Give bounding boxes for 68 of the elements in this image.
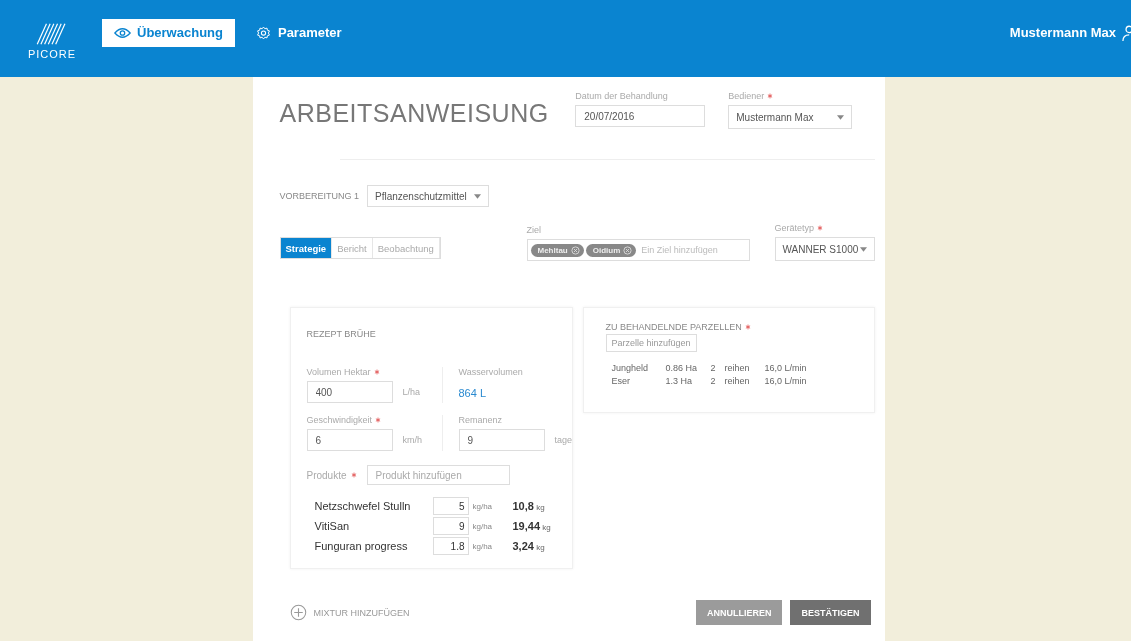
unit-label: kg/ha bbox=[472, 501, 494, 511]
field-label: Remanenz bbox=[458, 415, 504, 425]
target-tag[interactable]: Mehltau bbox=[530, 243, 584, 257]
field-label: Volumen Hektar bbox=[306, 367, 371, 377]
product-name: Funguran progress bbox=[314, 540, 409, 552]
nav-tab[interactable]: Parameter bbox=[242, 18, 354, 47]
table-cell-text: Jungheld bbox=[611, 363, 650, 373]
user-name[interactable]: Mustermann Max bbox=[1009, 25, 1116, 40]
table-cell-text: 1.3 Ha bbox=[665, 376, 694, 386]
page-title: ARBEITSANWEISUNG bbox=[279, 99, 550, 128]
eye-icon bbox=[114, 25, 131, 40]
table-cell-text: reihen bbox=[724, 363, 751, 373]
remove-icon[interactable] bbox=[623, 245, 633, 255]
table-cell-text: reihen bbox=[724, 376, 751, 386]
confirm-button[interactable]: BESTÄTIGEN bbox=[790, 600, 871, 625]
table-cell-text: 2 bbox=[710, 376, 717, 386]
nav-tab[interactable]: Überwachung bbox=[102, 18, 235, 47]
field-label: Bediener bbox=[728, 91, 765, 101]
unit-label: km/h bbox=[402, 435, 422, 445]
operator-select[interactable]: Mustermann Max bbox=[728, 105, 852, 129]
section-label: VORBEREITUNG 1 bbox=[279, 191, 359, 201]
logo-text: PICORE bbox=[27, 47, 77, 60]
remanence-field[interactable]: 9 bbox=[458, 429, 545, 451]
gear-icon bbox=[254, 25, 272, 40]
date-field[interactable]: 20/07/2016 bbox=[575, 105, 706, 127]
water-volume-value: 864 L bbox=[458, 387, 488, 399]
cancel-button[interactable]: ANNULLIEREN bbox=[696, 600, 783, 625]
card-title: REZEPT BRÜHE bbox=[306, 329, 376, 339]
product-field[interactable]: Produkt hinzufügen bbox=[366, 465, 510, 485]
plus-icon bbox=[289, 604, 307, 621]
caret-icon bbox=[836, 114, 844, 120]
field-label: Datum der Behandlung bbox=[575, 91, 669, 101]
remove-icon[interactable] bbox=[570, 245, 580, 255]
field-label: Produkte bbox=[306, 469, 347, 481]
table-cell-text: 0.86 Ha bbox=[665, 363, 699, 373]
target-field[interactable]: Mehltau Oidium Ein Ziel hinzufügen bbox=[526, 239, 750, 261]
caret-icon bbox=[474, 193, 481, 199]
device-select[interactable]: WANNER S1000 bbox=[774, 237, 875, 261]
unit-label: L/ha bbox=[402, 387, 421, 397]
user-icon[interactable] bbox=[1122, 23, 1131, 42]
product-name: Netzschwefel Stulln bbox=[314, 500, 412, 512]
product-total: 19,44 kg bbox=[512, 520, 552, 532]
speed-field[interactable]: 6 bbox=[306, 429, 393, 451]
add-mixture-button[interactable]: MIXTUR HINZUFÜGEN bbox=[289, 604, 410, 621]
table-cell-text: 2 bbox=[710, 363, 717, 373]
card-title: ZU BEHANDELNDE PARZELLEN bbox=[605, 322, 742, 332]
preparation-select[interactable]: Pflanzenschutzmittel bbox=[367, 185, 489, 207]
unit-label: kg/ha bbox=[472, 521, 494, 531]
field-label: Gerätetyp bbox=[774, 223, 815, 233]
product-name: VitiSan bbox=[314, 520, 351, 532]
table-cell: 16,0 L/min bbox=[764, 376, 807, 386]
field-label: Geschwindigkeit bbox=[306, 415, 373, 425]
rate-field[interactable]: 9 bbox=[432, 517, 469, 535]
unit-label: tage bbox=[554, 435, 573, 445]
table-cell: 16,0 L/min bbox=[764, 363, 807, 373]
rate-field[interactable]: 5 bbox=[432, 497, 469, 515]
tab[interactable]: Strategie bbox=[280, 238, 333, 258]
table-cell-text: Eser bbox=[611, 376, 631, 386]
unit-label: kg/ha bbox=[472, 541, 494, 551]
caret-icon bbox=[859, 246, 867, 252]
volume-field[interactable]: 400 bbox=[306, 381, 393, 403]
target-tag[interactable]: Oidium bbox=[585, 243, 637, 257]
add-parcel-button[interactable]: Parzelle hinzufügen bbox=[605, 334, 697, 352]
product-total: 10,8 kg bbox=[512, 500, 546, 512]
product-total: 3,24 kg bbox=[512, 540, 546, 552]
field-label: Ziel bbox=[526, 225, 542, 235]
field-label: Wasservolumen bbox=[458, 367, 524, 377]
rate-field[interactable]: 1.8 bbox=[432, 537, 469, 555]
